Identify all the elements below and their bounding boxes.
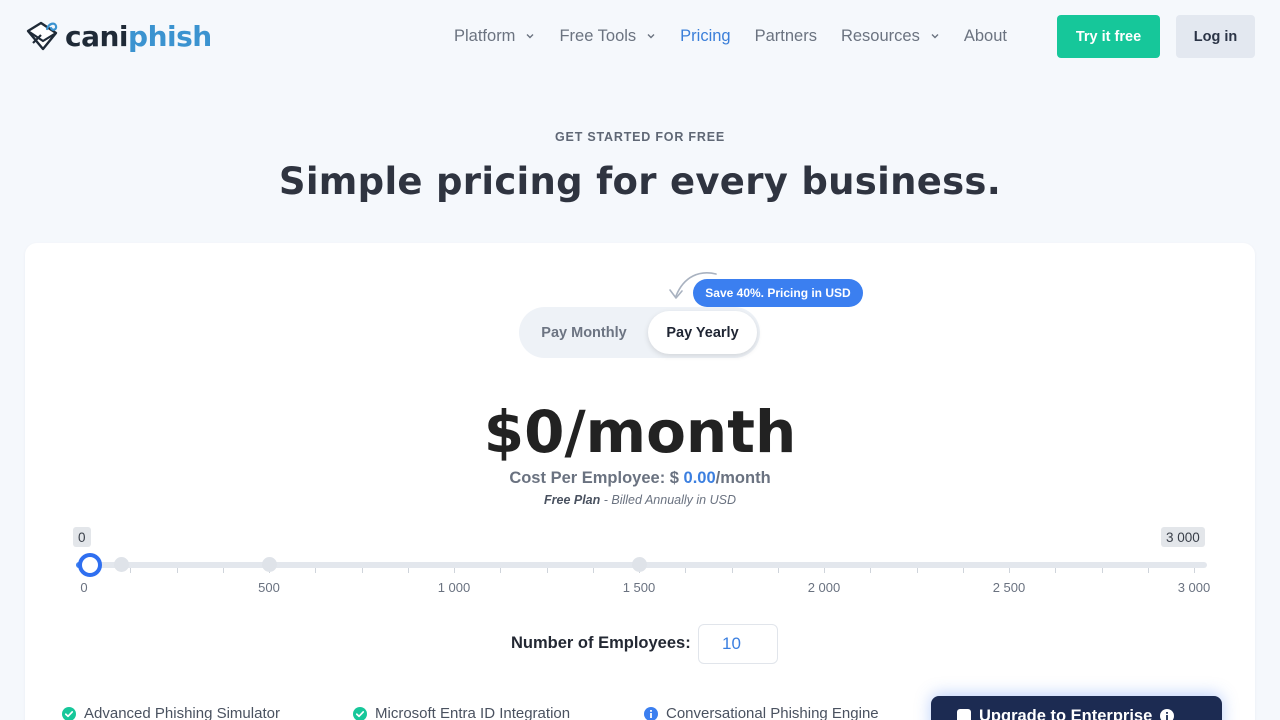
slider-tick bbox=[917, 568, 918, 573]
slider-tick bbox=[1194, 568, 1195, 573]
page-title: Simple pricing for every business. bbox=[278, 160, 1002, 203]
slider-tick bbox=[454, 568, 455, 573]
slider-tick-label: 1 500 bbox=[622, 580, 656, 595]
upgrade-enterprise-label: Upgrade to Enterprise bbox=[979, 706, 1153, 720]
upgrade-enterprise-button[interactable]: Upgrade to Enterprise bbox=[931, 696, 1222, 720]
chevron-down-icon bbox=[526, 34, 534, 39]
slider-tier-mark bbox=[632, 557, 647, 572]
slider-tick-label: 2 000 bbox=[807, 580, 841, 595]
slider-tick bbox=[1009, 568, 1010, 573]
nav-item-pricing[interactable]: Pricing bbox=[680, 27, 730, 46]
nav-item-partners[interactable]: Partners bbox=[755, 27, 817, 46]
slider-tick bbox=[593, 568, 594, 573]
slider-tick bbox=[1148, 568, 1149, 573]
main-nav: Platform Free Tools Pricing Partners Res… bbox=[454, 24, 1031, 48]
slider-tick-label: 1 000 bbox=[437, 580, 471, 595]
slider-tick bbox=[177, 568, 178, 573]
info-circle-icon bbox=[1160, 709, 1175, 720]
slider-tier-mark bbox=[262, 557, 277, 572]
feature-item: Conversational Phishing Engine bbox=[644, 705, 879, 720]
feature-item: Advanced Phishing Simulator bbox=[62, 705, 280, 720]
employee-slider-handle[interactable] bbox=[78, 553, 102, 577]
slider-tick bbox=[778, 568, 779, 573]
pay-monthly-option[interactable]: Pay Monthly bbox=[523, 311, 645, 354]
info-circle-icon bbox=[644, 706, 658, 720]
feature-item: Microsoft Entra ID Integration bbox=[353, 705, 570, 720]
plan-billing-note: - Billed Annually in USD bbox=[600, 493, 736, 507]
employees-label: Number of Employees: bbox=[511, 634, 691, 652]
slider-tick bbox=[362, 568, 363, 573]
checkbox-icon bbox=[957, 709, 971, 720]
slider-tick bbox=[223, 568, 224, 573]
nav-label: About bbox=[963, 26, 1007, 45]
brand-logo[interactable]: caniphish bbox=[25, 18, 212, 54]
slider-tick bbox=[685, 568, 686, 573]
nav-label: Resources bbox=[840, 26, 920, 45]
fishhook-envelope-icon bbox=[26, 21, 58, 51]
check-circle-icon bbox=[62, 706, 76, 720]
plan-name: Free Plan bbox=[544, 493, 601, 507]
feature-label: Advanced Phishing Simulator bbox=[84, 705, 280, 720]
try-it-free-button[interactable]: Try it free bbox=[1057, 15, 1160, 58]
check-circle-icon bbox=[353, 706, 367, 720]
slider-tick bbox=[963, 568, 964, 573]
pay-yearly-option[interactable]: Pay Yearly bbox=[648, 311, 757, 354]
slider-tick bbox=[315, 568, 316, 573]
slider-max-tag: 3 000 bbox=[1161, 527, 1205, 547]
cost-suffix: /month bbox=[715, 469, 771, 487]
slider-tick-label: 500 bbox=[258, 580, 280, 595]
slider-tick bbox=[732, 568, 733, 573]
section-eyebrow: GET STARTED FOR FREE bbox=[555, 130, 725, 144]
brand-name-part2: phish bbox=[128, 19, 212, 53]
nav-label: Partners bbox=[754, 26, 817, 45]
cost-value: 0.00 bbox=[683, 469, 716, 487]
slider-tick bbox=[824, 568, 825, 573]
slider-tick-label: 2 500 bbox=[992, 580, 1026, 595]
chevron-down-icon bbox=[647, 34, 655, 39]
brand-name-part1: cani bbox=[65, 19, 129, 53]
save-badge: Save 40%. Pricing in USD bbox=[693, 279, 863, 307]
nav-label: Pricing bbox=[680, 26, 731, 45]
cost-prefix: Cost Per Employee: $ bbox=[509, 469, 684, 487]
feature-label: Conversational Phishing Engine bbox=[666, 705, 879, 720]
price-amount: $0/month bbox=[483, 398, 797, 466]
slider-tick-label: 0 bbox=[80, 580, 88, 595]
slider-tick bbox=[1055, 568, 1056, 573]
nav-item-free-tools[interactable]: Free Tools bbox=[559, 27, 656, 46]
employees-input[interactable] bbox=[698, 624, 778, 664]
cost-per-employee: Cost Per Employee: $ 0.00/month bbox=[0, 469, 1280, 488]
nav-item-resources[interactable]: Resources bbox=[841, 27, 940, 46]
slider-tick-label: 3 000 bbox=[1177, 580, 1211, 595]
nav-item-about[interactable]: About bbox=[964, 27, 1007, 46]
nav-item-platform[interactable]: Platform bbox=[454, 27, 535, 46]
site-header: caniphish Platform Free Tools Pricing Pa… bbox=[0, 0, 1280, 72]
billing-toggle: Pay Monthly Pay Yearly bbox=[519, 307, 760, 358]
nav-label: Free Tools bbox=[559, 26, 637, 45]
plan-note: Free Plan - Billed Annually in USD bbox=[0, 493, 1280, 507]
chevron-down-icon bbox=[931, 34, 939, 39]
feature-label: Microsoft Entra ID Integration bbox=[375, 705, 571, 720]
log-in-button[interactable]: Log in bbox=[1176, 15, 1255, 58]
nav-label: Platform bbox=[454, 26, 516, 45]
slider-tick bbox=[547, 568, 548, 573]
slider-min-tag: 0 bbox=[73, 527, 91, 547]
slider-tick bbox=[408, 568, 409, 573]
slider-tick bbox=[500, 568, 501, 573]
slider-tier-mark bbox=[114, 557, 129, 572]
slider-tick bbox=[130, 568, 131, 573]
slider-tick bbox=[1102, 568, 1103, 573]
slider-tick bbox=[870, 568, 871, 573]
